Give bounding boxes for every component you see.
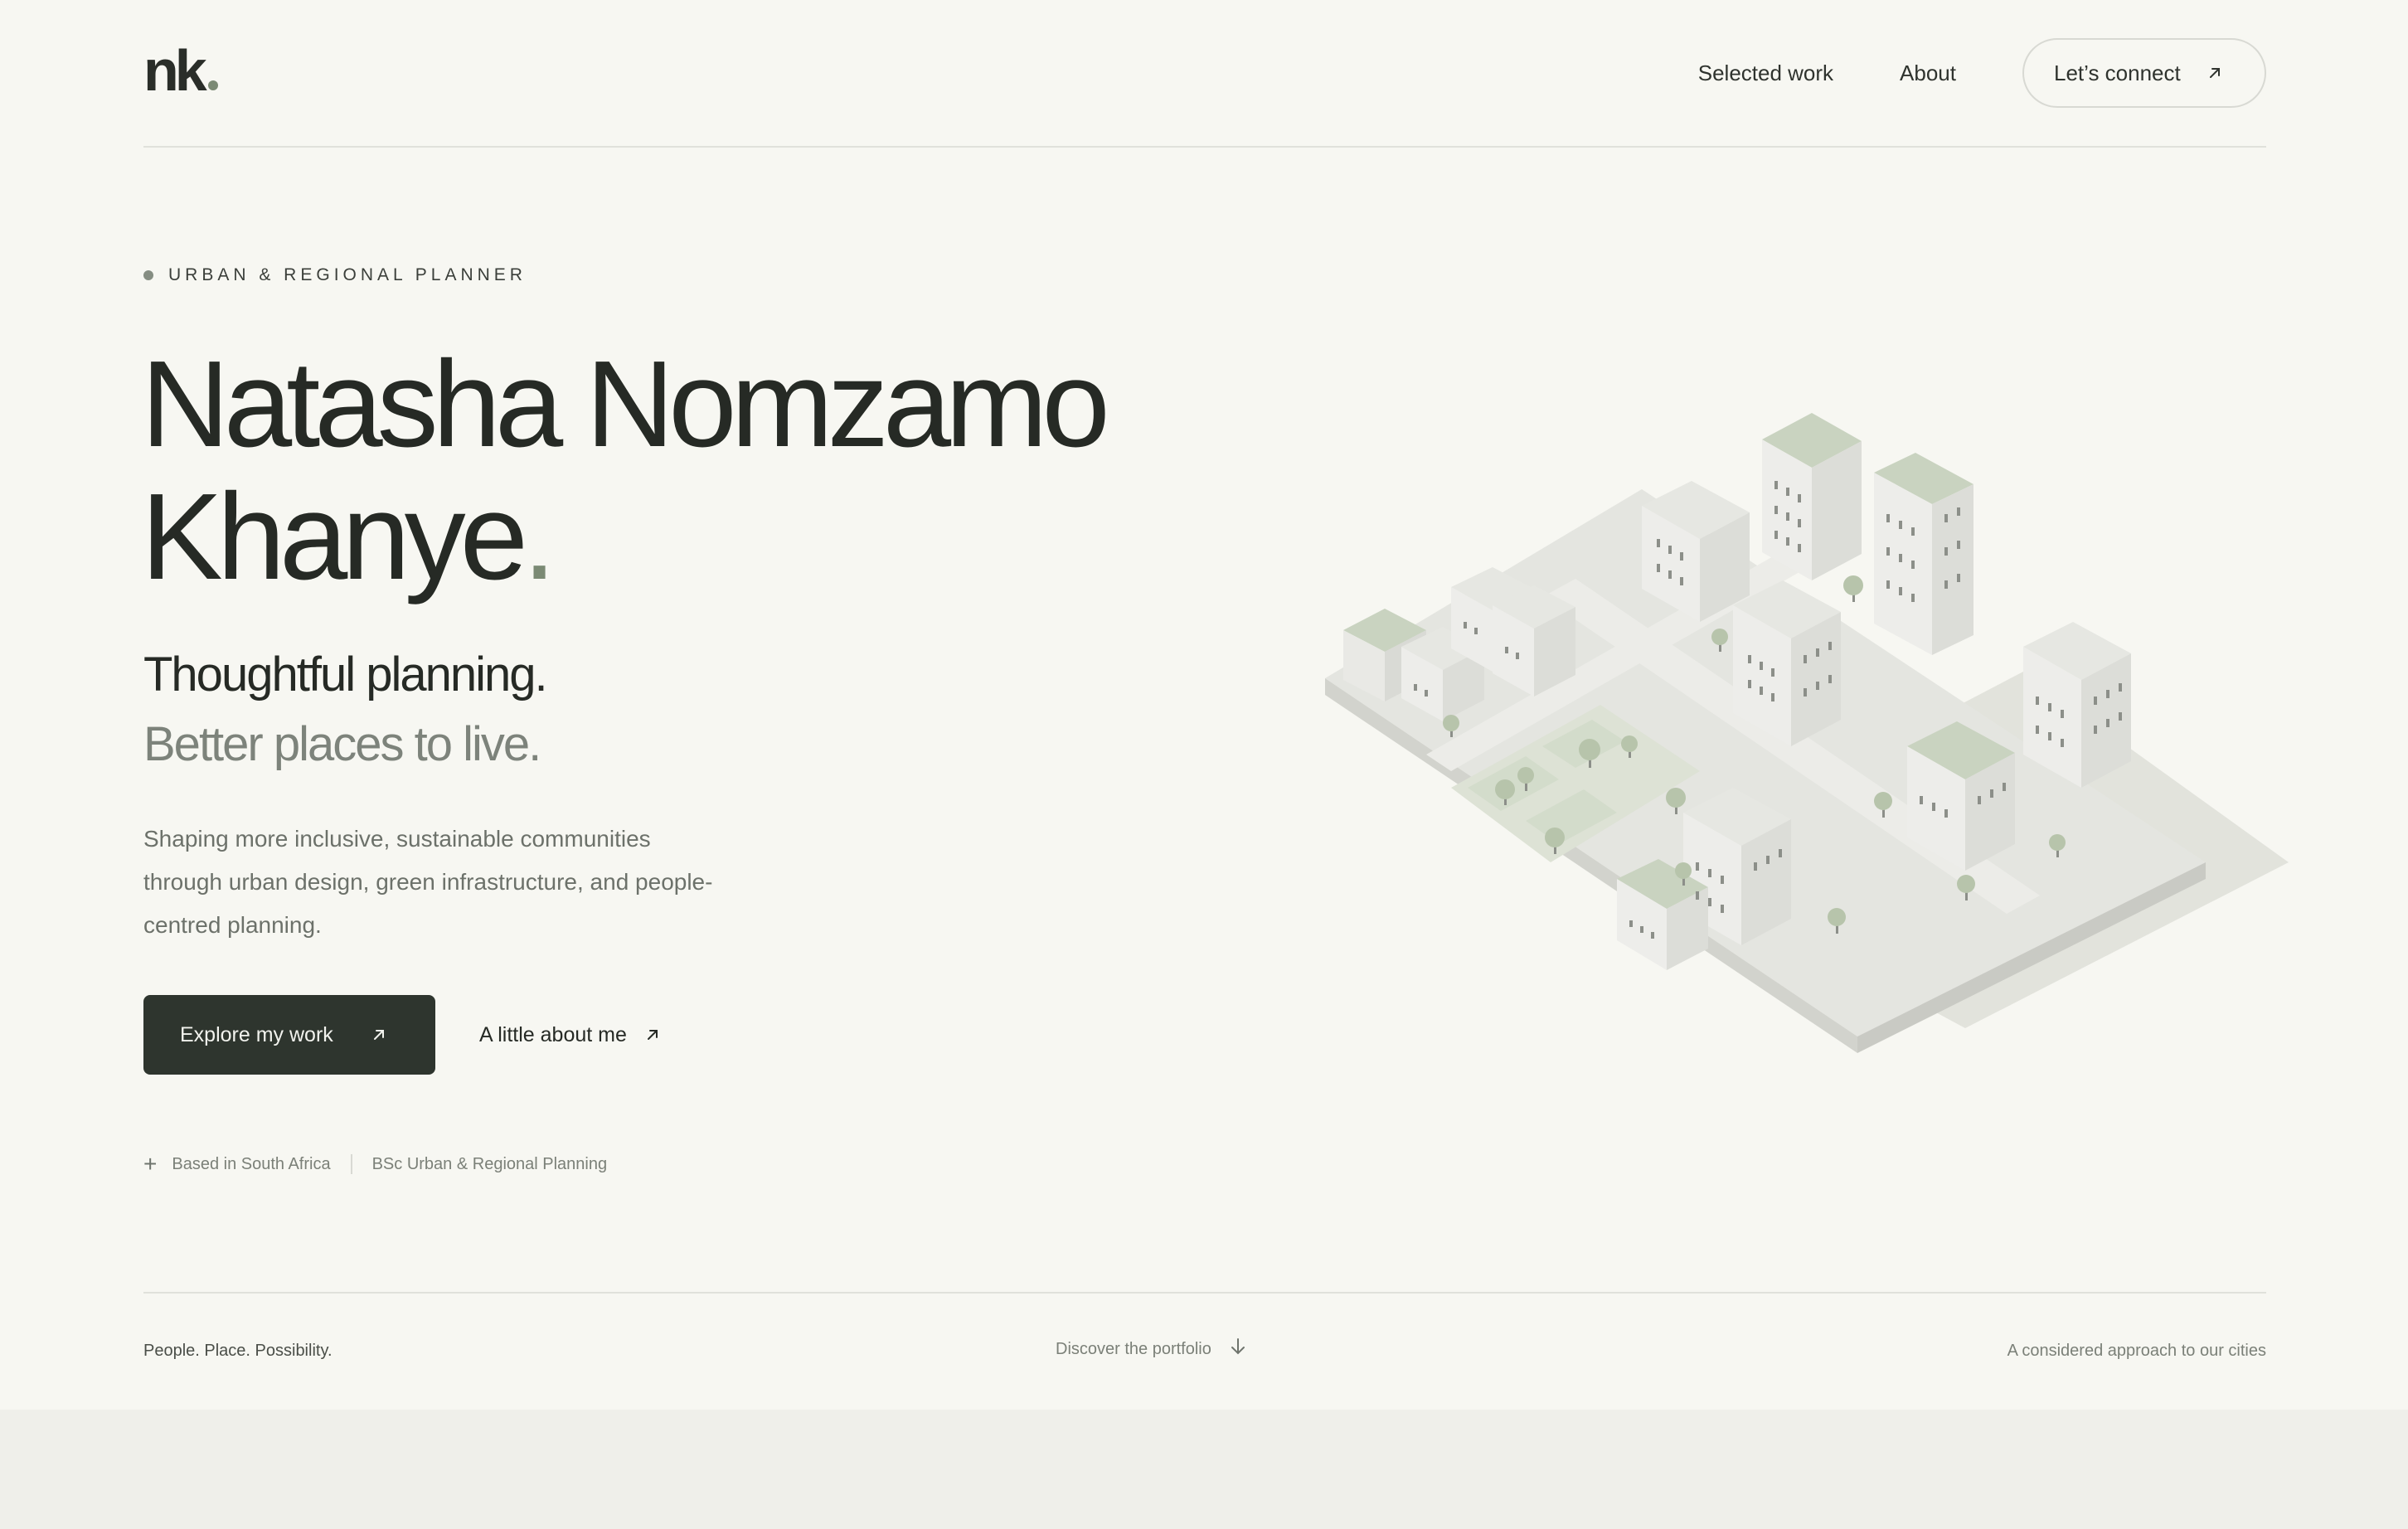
footer-divider [143,1292,2266,1294]
meta-degree: BSc Urban & Regional Planning [371,1154,608,1173]
tagline-primary: Thoughtful planning. [143,648,548,701]
explore-work-label: Explore my work [180,1022,333,1046]
hero-name-line1: Natasha Nomzamo [141,336,1110,473]
about-me-label: A little about me [479,1022,627,1046]
logo-dot [207,80,218,90]
isometric-city-illustration [1325,413,2289,1053]
tagline-secondary: Better places to live. [143,717,541,771]
next-section [0,1410,2408,1529]
meta-location: Based in South Africa [172,1154,331,1173]
nav-selected-work[interactable]: Selected work [1698,36,1833,109]
footer-approach: A considered approach to our cities [2007,1342,2266,1360]
hero-meta: + Based in South Africa BSc Urban & Regi… [143,1153,607,1176]
explore-work-button[interactable]: Explore my work [143,995,435,1075]
logo[interactable]: nk [143,41,218,100]
arrow-down-icon [1230,1337,1246,1362]
arrow-up-right-icon [2207,66,2222,80]
arrow-up-right-icon [645,1027,660,1042]
footer-motto: People. Place. Possibility. [143,1342,333,1360]
role-eyebrow: URBAN & REGIONAL PLANNER [143,265,527,285]
discover-portfolio-link[interactable]: Discover the portfolio [1056,1337,1246,1362]
lets-connect-button[interactable]: Let’s connect [2022,38,2266,108]
hero-name-line2: Khanye [141,468,528,605]
discover-portfolio-label: Discover the portfolio [1056,1339,1211,1358]
site-header: nk Selected work About Let’s connect [143,0,2266,148]
meta-divider [350,1154,352,1174]
plus-icon: + [143,1151,158,1177]
about-me-button[interactable]: A little about me [479,995,660,1075]
hero-description: Shaping more inclusive, sustainable comm… [143,826,713,938]
hero-name: Natasha Nomzamo Khanye. [141,336,1110,605]
nav-about[interactable]: About [1900,36,1956,109]
hero-name-period: . [522,468,556,605]
arrow-up-right-icon [371,1027,386,1042]
logo-text: nk [143,38,207,103]
main-nav: Selected work About Let’s connect [1698,36,2266,109]
hero-section: nk Selected work About Let’s connect URB… [0,0,2408,1410]
eyebrow-label: URBAN & REGIONAL PLANNER [168,265,527,284]
lets-connect-label: Let’s connect [2054,60,2181,85]
eyebrow-dot [143,270,153,280]
